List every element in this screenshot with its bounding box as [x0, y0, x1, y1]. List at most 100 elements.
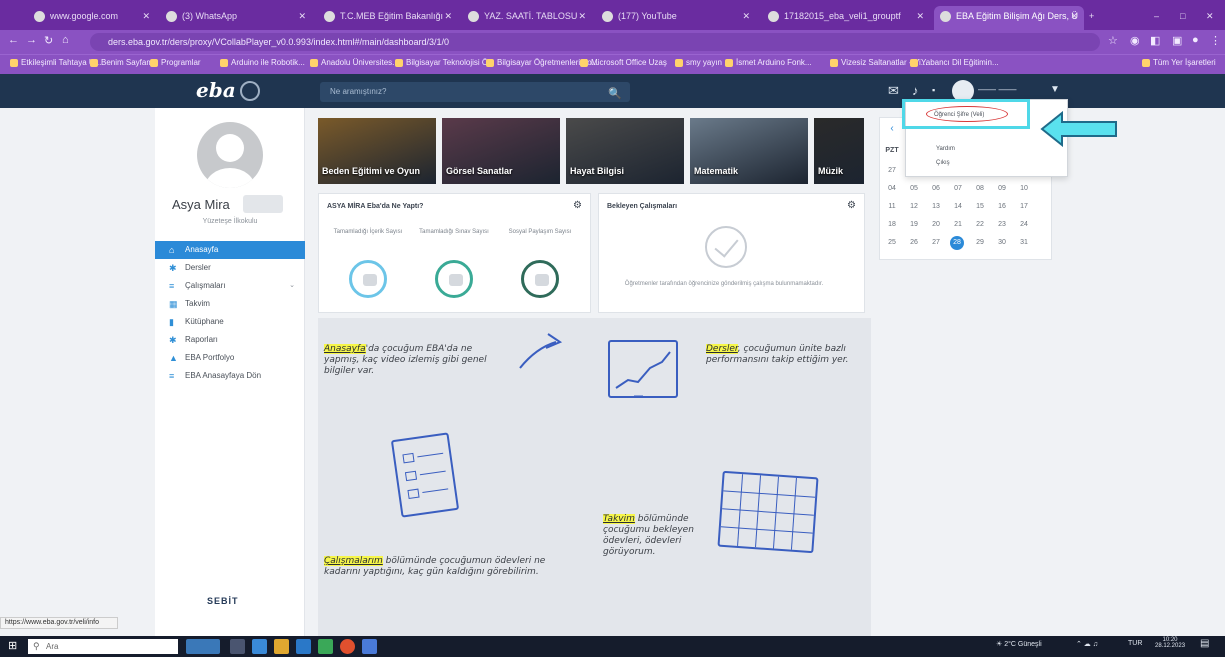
bookmark-item[interactable]: Yabancı Dil Eğitimin...	[910, 58, 999, 67]
menu-item-parent-password[interactable]: Öğrenci Şifre (Veli)	[934, 112, 984, 118]
bookmark-item[interactable]: Benim Sayfam	[90, 58, 153, 67]
bell-icon[interactable]: ♪	[912, 83, 919, 98]
calendar-day[interactable]: 26	[906, 236, 922, 250]
notification-icon[interactable]: ▤	[1200, 638, 1209, 649]
calendar-day[interactable]: 09	[994, 182, 1010, 196]
bookmark-item[interactable]: Anadolu Üniversites...	[310, 58, 399, 67]
browser-tab[interactable]: YAZ. SAATİ. TABLOSU ✕	[462, 6, 592, 30]
calendar-day[interactable]: 12	[906, 200, 922, 214]
mail-icon[interactable]: ✉	[888, 83, 899, 99]
profile-icon[interactable]: ●	[1192, 34, 1199, 46]
sidebar-item[interactable]: ▮ Kütüphane	[155, 313, 305, 331]
calendar-day[interactable]: 04	[884, 182, 900, 196]
calendar-day[interactable]: 16	[994, 200, 1010, 214]
star-icon[interactable]: ☆	[1108, 34, 1118, 47]
file-explorer-icon[interactable]	[274, 639, 289, 654]
search-icon[interactable]: 🔍	[608, 84, 622, 104]
tray-icons[interactable]: ⌃ ☁ ♫	[1076, 640, 1098, 648]
calendar-day[interactable]: 13	[928, 200, 944, 214]
menu-item-logout[interactable]: Çıkış	[936, 160, 950, 166]
calendar-prev-icon[interactable]: ‹	[884, 122, 900, 136]
category-tile[interactable]: Beden Eğitimi ve Oyun	[318, 118, 436, 184]
close-icon[interactable]: ✕	[444, 6, 452, 26]
sidebar-icon[interactable]: ▣	[1172, 34, 1182, 47]
edge-icon[interactable]	[318, 639, 333, 654]
calendar-day[interactable]: 27	[884, 164, 900, 178]
browser-tab[interactable]: (177) YouTube ✕	[596, 6, 756, 30]
calendar-day[interactable]: 15	[972, 200, 988, 214]
clock[interactable]: 10:20 28.12.2023	[1155, 637, 1185, 649]
bookmark-item[interactable]: Etkileşimli Tahtaya U...	[10, 58, 101, 67]
sidebar-item[interactable]: ▲ EBA Portfolyo	[155, 349, 305, 367]
new-tab-icon[interactable]: +	[1085, 6, 1105, 30]
category-tile[interactable]: Müzik	[814, 118, 864, 184]
category-tile[interactable]: Görsel Sanatlar	[442, 118, 560, 184]
app-icon[interactable]	[362, 639, 377, 654]
windows-start-icon[interactable]: ⊞	[8, 639, 17, 652]
category-tile[interactable]: Hayat Bilgisi	[566, 118, 684, 184]
url-field[interactable]: ders.eba.gov.tr/ders/proxy/VCollabPlayer…	[90, 33, 1100, 51]
bookmark-item[interactable]: Microsoft Office Uzaş	[580, 58, 667, 67]
language-indicator[interactable]: TUR	[1128, 640, 1142, 647]
close-icon[interactable]: ✕	[742, 6, 750, 26]
settings-icon[interactable]: ⚙	[847, 200, 856, 211]
calendar-day[interactable]: 10	[1016, 182, 1032, 196]
calendar-day[interactable]: 31	[1016, 236, 1032, 250]
sidebar-item[interactable]: ≡ EBA Anasayfaya Dön	[155, 367, 305, 385]
sidebar-item[interactable]: ✱ Dersler	[155, 259, 305, 277]
taskbar-widget-icon[interactable]	[186, 639, 220, 654]
chevron-down-icon[interactable]: ▼	[1050, 84, 1060, 95]
search-input[interactable]: Ne aramıştınız? 🔍	[320, 82, 630, 102]
calendar-day[interactable]: 06	[928, 182, 944, 196]
task-view-icon[interactable]	[230, 639, 245, 654]
calendar-day[interactable]: 11	[884, 200, 900, 214]
menu-item-help[interactable]: Yardım	[936, 146, 955, 152]
extension-icon[interactable]: ◉	[1130, 34, 1140, 47]
browser-tab[interactable]: www.google.com ✕	[28, 6, 156, 30]
calendar-day[interactable]: 23	[994, 218, 1010, 232]
browser-tab[interactable]: T.C.MEB Eğitim Bakanlığı ✕	[318, 6, 458, 30]
close-icon[interactable]: ✕	[578, 6, 586, 26]
bookmark-item[interactable]: Tüm Yer İşaretleri	[1142, 58, 1216, 67]
category-tile[interactable]: Matematik	[690, 118, 808, 184]
close-icon[interactable]: ✕	[1070, 6, 1078, 26]
calendar-day[interactable]: 17	[1016, 200, 1032, 214]
calendar-day[interactable]: 22	[972, 218, 988, 232]
calendar-day[interactable]: 25	[884, 236, 900, 250]
sidebar-item[interactable]: ▦ Takvim	[155, 295, 305, 313]
maximize-icon[interactable]: □	[1176, 6, 1196, 30]
sidebar-item[interactable]: ✱ Raporları	[155, 331, 305, 349]
calendar-day[interactable]: 19	[906, 218, 922, 232]
taskbar-search[interactable]: ⚲ Ara	[28, 639, 178, 654]
store-icon[interactable]	[252, 639, 267, 654]
calendar-day[interactable]: 20	[928, 218, 944, 232]
chrome-icon[interactable]	[340, 639, 355, 654]
calendar-day[interactable]: 27	[928, 236, 944, 250]
reload-icon[interactable]: ↻	[44, 34, 53, 47]
browser-tab[interactable]: EBA Eğitim Bilişim Ağı Ders, Ü ✕	[934, 6, 1084, 30]
close-icon[interactable]: ✕	[298, 6, 306, 26]
home-icon[interactable]: ⌂	[62, 34, 69, 46]
sidebar-item[interactable]: ⌂ Anasayfa	[155, 241, 305, 259]
bookmark-item[interactable]: Arduino ile Robotik...	[220, 58, 305, 67]
calendar-day[interactable]: 21	[950, 218, 966, 232]
bookmark-item[interactable]: Bilgisayar Teknolojisi Ö...	[395, 58, 495, 67]
extension-icon[interactable]: ◧	[1150, 34, 1160, 47]
mail-app-icon[interactable]	[296, 639, 311, 654]
browser-tab[interactable]: 17182015_eba_veli1_grouptf ✕	[762, 6, 930, 30]
back-icon[interactable]: ←	[8, 34, 19, 46]
calendar-day[interactable]: 30	[994, 236, 1010, 250]
menu-icon[interactable]: ⋮	[1210, 34, 1221, 47]
user-name[interactable]: —— ——	[978, 84, 1038, 96]
bookmark-item[interactable]: Programlar	[150, 58, 201, 67]
sidebar-item[interactable]: ≡ Çalışmaları ⌄	[155, 277, 305, 295]
calendar-day[interactable]: 07	[950, 182, 966, 196]
weather-status[interactable]: ☀ 2°C Güneşli	[996, 640, 1042, 648]
calendar-day[interactable]: 14	[950, 200, 966, 214]
calendar-day[interactable]: 29	[972, 236, 988, 250]
calendar-day[interactable]: 24	[1016, 218, 1032, 232]
calendar-day[interactable]: 28	[950, 236, 964, 250]
close-icon[interactable]: ✕	[916, 6, 924, 26]
bookmark-item[interactable]: İsmet Arduino Fonk...	[725, 58, 812, 67]
bookmark-item[interactable]: smy yayın	[675, 58, 722, 67]
